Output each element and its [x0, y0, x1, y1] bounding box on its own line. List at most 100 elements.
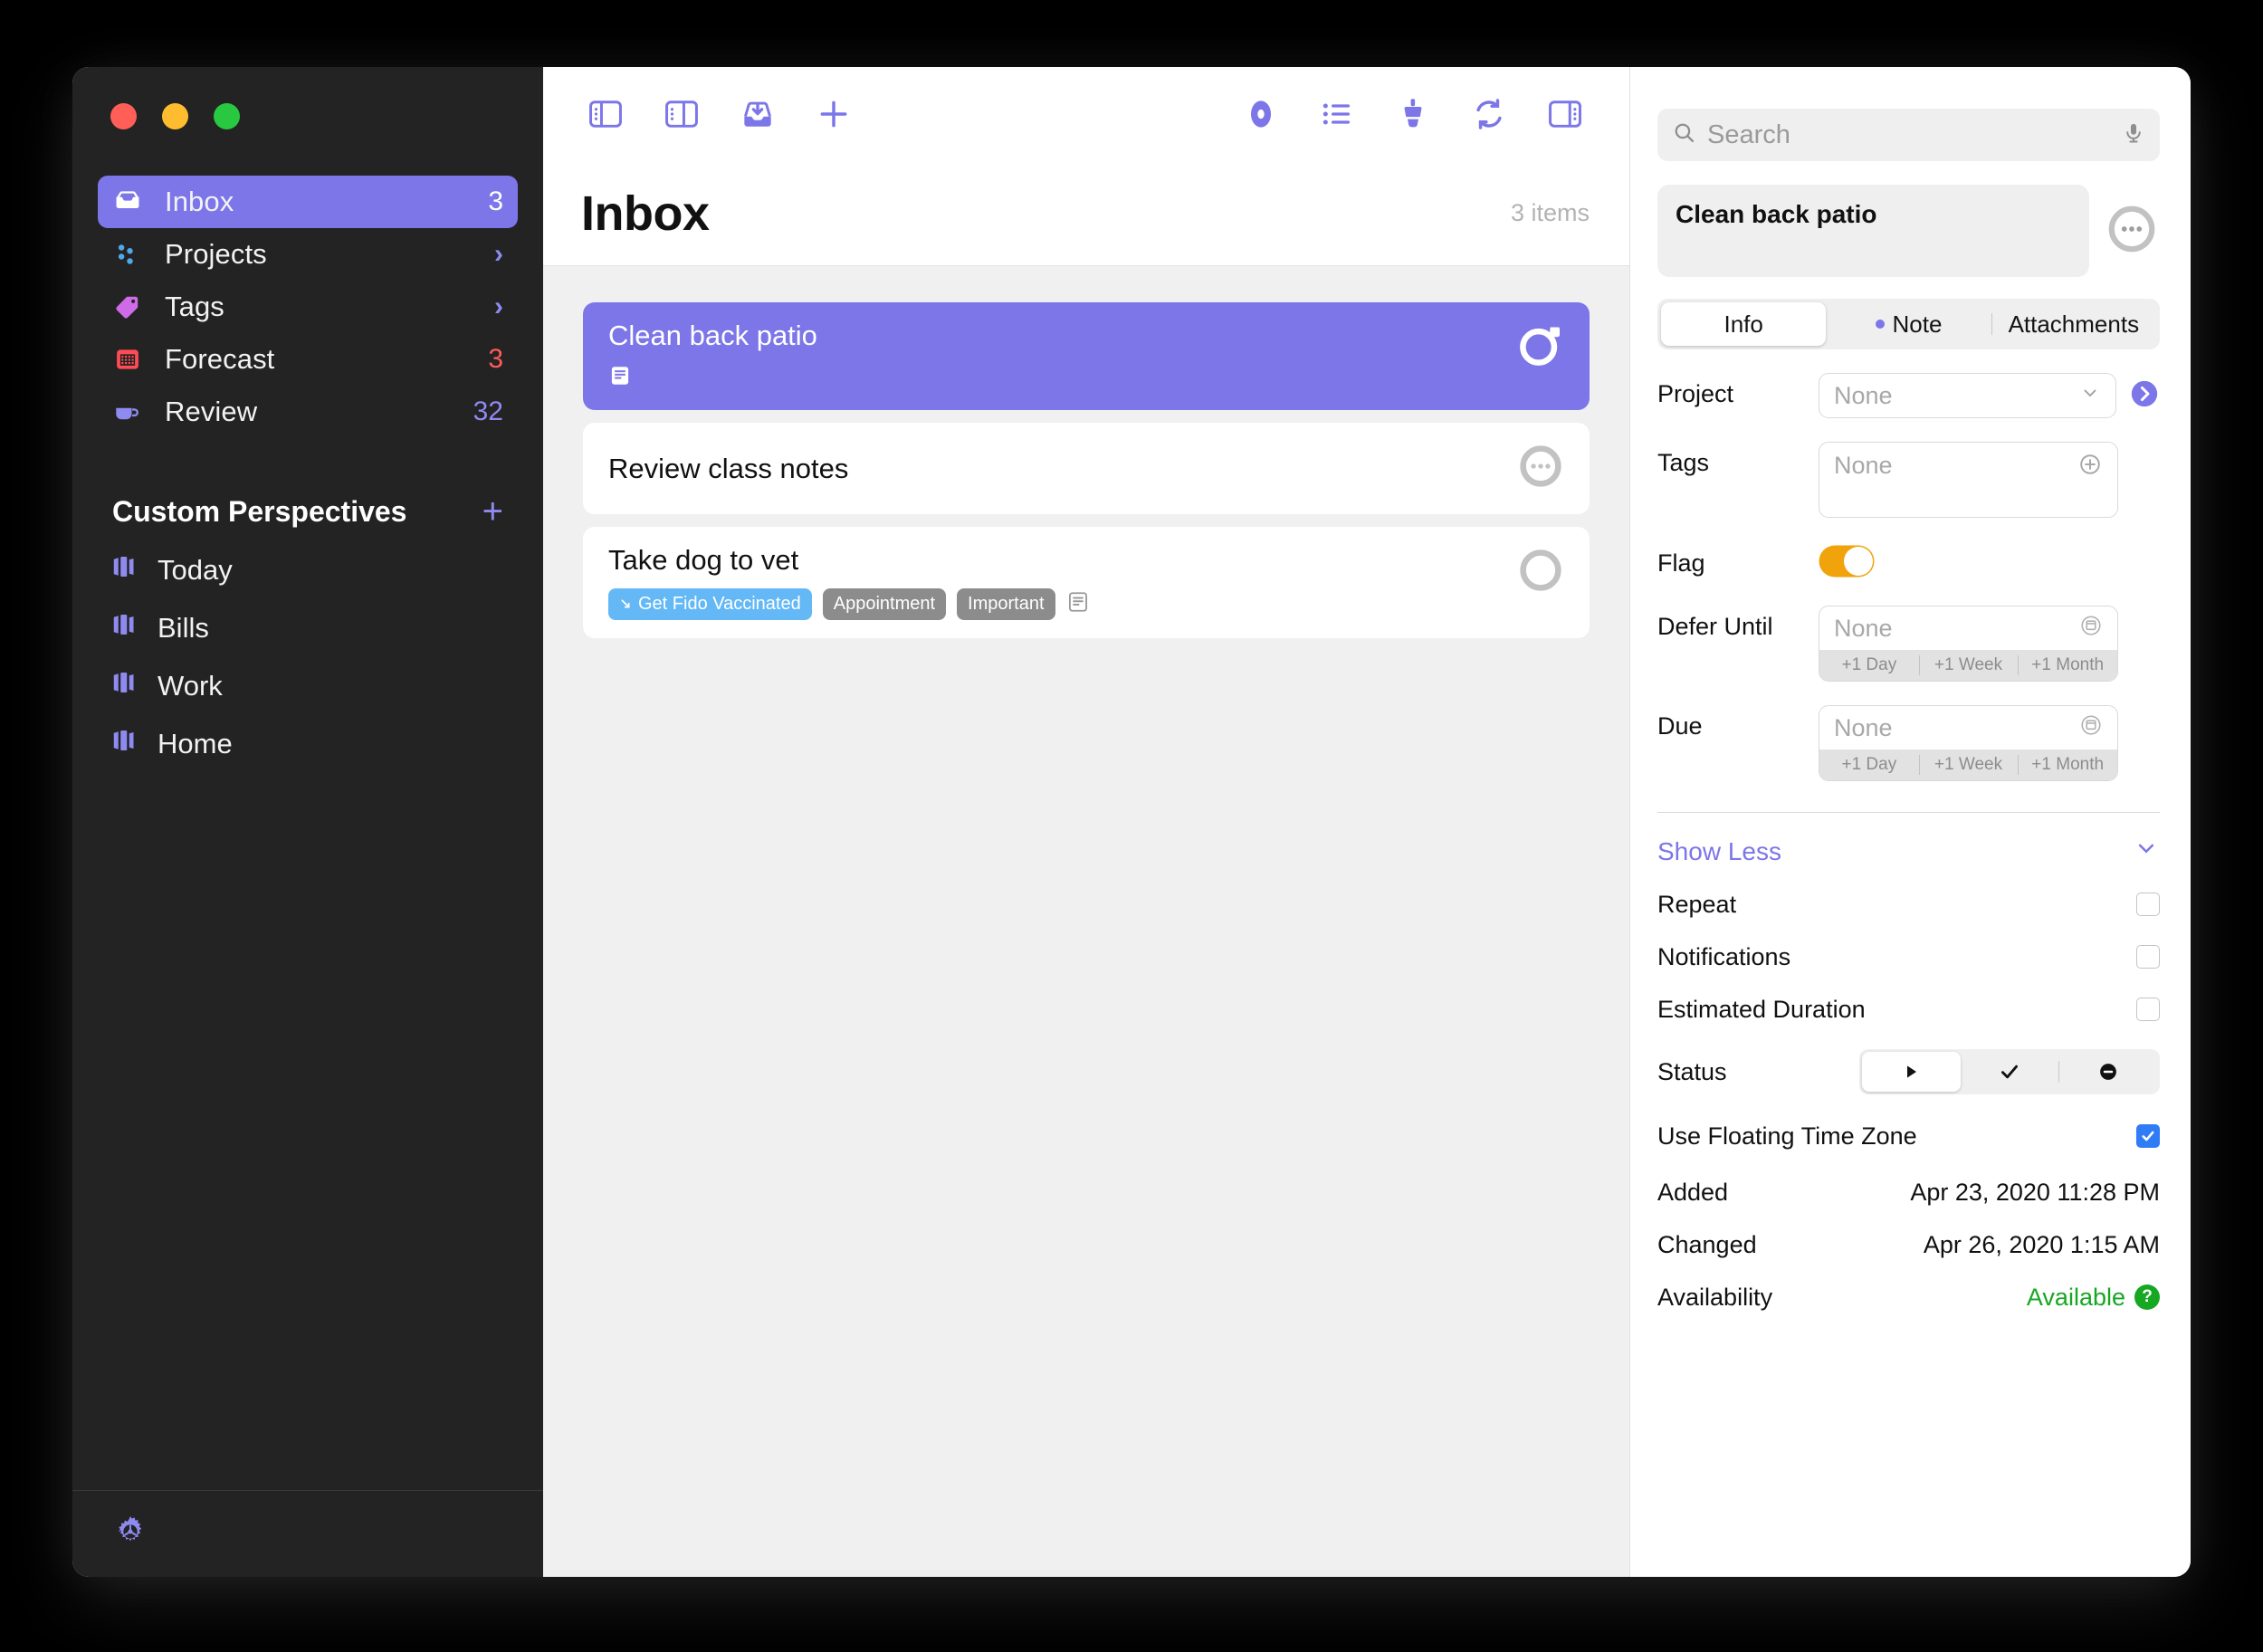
zoom-button[interactable]: [214, 103, 240, 129]
row-label: Availability: [1657, 1283, 1773, 1311]
toggle-sidebar-left-icon[interactable]: [581, 90, 630, 138]
help-icon[interactable]: ?: [2134, 1284, 2160, 1310]
sidebar-item-tags[interactable]: Tags ›: [98, 281, 518, 333]
defer-value: None: [1834, 614, 1893, 642]
empty-circle-icon[interactable]: [1515, 545, 1566, 600]
sidebar-item-label: Review: [165, 396, 258, 427]
item-count-label: 3 items: [1510, 199, 1590, 226]
sidebar-item-label: Projects: [165, 238, 267, 270]
task-tag-project[interactable]: Get Fido Vaccinated: [608, 588, 812, 621]
defer-quick-buttons: +1 Day +1 Week +1 Month: [1819, 650, 2117, 681]
search-input[interactable]: Search: [1707, 120, 2111, 150]
toggle-sidebar-right-icon[interactable]: [657, 90, 706, 138]
due-plus-1-week[interactable]: +1 Week: [1918, 750, 2019, 780]
row-notifications[interactable]: Notifications: [1657, 941, 2160, 973]
sidebar-item-home[interactable]: Home: [98, 715, 518, 773]
toolbar: [543, 67, 1629, 161]
tab-info[interactable]: Info: [1661, 302, 1827, 346]
task-row[interactable]: Clean back patio: [583, 302, 1590, 411]
sidebar-item-label: Forecast: [165, 343, 275, 375]
row-repeat[interactable]: Repeat: [1657, 888, 2160, 921]
sidebar-primary-list: Inbox 3 Projects › Tags › Forecast 3 Rev…: [72, 154, 543, 438]
row-estimated-duration[interactable]: Estimated Duration: [1657, 993, 2160, 1026]
custom-perspectives-title: Custom Perspectives: [112, 494, 407, 528]
availability-value: Available: [2026, 1283, 2125, 1311]
defer-plus-1-month[interactable]: +1 Month: [2018, 650, 2117, 681]
task-tag[interactable]: Important: [957, 588, 1055, 621]
row-availability: Availability Available ?: [1657, 1281, 2160, 1313]
project-select[interactable]: None: [1819, 373, 2116, 418]
estimated-duration-checkbox[interactable]: [2136, 998, 2160, 1021]
sidebar-item-forecast[interactable]: Forecast 3: [98, 333, 518, 386]
notifications-checkbox[interactable]: [2136, 945, 2160, 969]
task-row[interactable]: Review class notes: [583, 423, 1590, 515]
view-options-eye-icon[interactable]: [1237, 90, 1285, 138]
ellipsis-circle-icon[interactable]: [2104, 201, 2160, 262]
sync-icon[interactable]: [1465, 90, 1513, 138]
calendar-icon[interactable]: [2079, 713, 2103, 743]
ellipsis-circle-icon[interactable]: [1515, 441, 1566, 496]
list-layout-icon[interactable]: [1313, 90, 1361, 138]
tags-field[interactable]: None: [1819, 442, 2118, 518]
status-active-button[interactable]: [1862, 1052, 1961, 1092]
due-date-control[interactable]: None +1 Day +1 Week +1 Month: [1819, 705, 2118, 781]
minimize-button[interactable]: [162, 103, 188, 129]
add-perspective-button[interactable]: +: [482, 493, 503, 530]
row-label: Estimated Duration: [1657, 995, 1866, 1023]
status-completed-button[interactable]: [1961, 1052, 2059, 1092]
task-tag[interactable]: Appointment: [822, 588, 947, 621]
show-less-label: Show Less: [1657, 836, 1781, 865]
sidebar-footer: [72, 1490, 543, 1577]
gear-icon[interactable]: [112, 1514, 148, 1554]
flagged-circle-icon[interactable]: [1515, 320, 1566, 376]
tab-label: Note: [1892, 310, 1943, 338]
toggle-inspector-icon[interactable]: [1541, 90, 1590, 138]
added-value: Apr 23, 2020 11:28 PM: [1910, 1178, 2160, 1206]
sidebar-item-today[interactable]: Today: [98, 541, 518, 599]
field-label: Defer Until: [1657, 613, 1773, 640]
coffee-icon: [110, 395, 145, 429]
minus-circle-icon: [2099, 1064, 2116, 1080]
microphone-icon[interactable]: [2122, 121, 2145, 149]
sidebar-item-work[interactable]: Work: [98, 657, 518, 715]
calendar-icon[interactable]: [2079, 614, 2103, 644]
perspective-icon: [110, 669, 138, 703]
sidebar-item-review[interactable]: Review 32: [98, 386, 518, 438]
row-label: Status: [1657, 1057, 1727, 1085]
defer-plus-1-week[interactable]: +1 Week: [1918, 650, 2019, 681]
sidebar-item-inbox[interactable]: Inbox 3: [98, 176, 518, 228]
tag-icon: [110, 290, 145, 324]
due-plus-1-month[interactable]: +1 Month: [2018, 750, 2117, 780]
field-label: Project: [1657, 380, 1734, 407]
page-title: Inbox: [581, 186, 710, 241]
changed-value: Apr 26, 2020 1:15 AM: [1923, 1230, 2160, 1258]
quick-entry-inbox-icon[interactable]: [733, 90, 782, 138]
item-title-field[interactable]: Clean back patio: [1657, 185, 2089, 277]
tag-label: Get Fido Vaccinated: [638, 594, 801, 615]
note-indicator-icon: [608, 364, 632, 392]
close-button[interactable]: [110, 103, 137, 129]
task-row[interactable]: Take dog to vet Get Fido Vaccinated Appo…: [583, 527, 1590, 639]
tab-note[interactable]: Note: [1826, 302, 1991, 346]
due-value: None: [1834, 713, 1893, 741]
flag-toggle[interactable]: [1819, 545, 1875, 581]
search-bar[interactable]: Search: [1657, 109, 2160, 161]
add-item-icon[interactable]: [809, 90, 858, 138]
sidebar-item-bills[interactable]: Bills: [98, 599, 518, 657]
plus-circle-icon[interactable]: [2077, 452, 2103, 483]
project-arrow-icon: [621, 599, 630, 608]
repeat-checkbox[interactable]: [2136, 893, 2160, 916]
paintbrush-styles-icon[interactable]: [1389, 90, 1437, 138]
tags-value: None: [1834, 452, 1893, 479]
defer-plus-1-day[interactable]: +1 Day: [1819, 650, 1919, 681]
floating-timezone-checkbox[interactable]: [2136, 1124, 2160, 1148]
sidebar-item-projects[interactable]: Projects ›: [98, 228, 518, 281]
due-plus-1-day[interactable]: +1 Day: [1819, 750, 1919, 780]
show-less-toggle[interactable]: Show Less: [1657, 835, 2160, 868]
task-body: Review class notes: [608, 453, 1499, 484]
row-floating-timezone[interactable]: Use Floating Time Zone: [1657, 1120, 2160, 1152]
go-to-project-icon[interactable]: [2129, 378, 2160, 414]
status-dropped-button[interactable]: [2058, 1052, 2157, 1092]
defer-date-control[interactable]: None +1 Day +1 Week +1 Month: [1819, 606, 2118, 682]
tab-attachments[interactable]: Attachments: [1991, 302, 2156, 346]
